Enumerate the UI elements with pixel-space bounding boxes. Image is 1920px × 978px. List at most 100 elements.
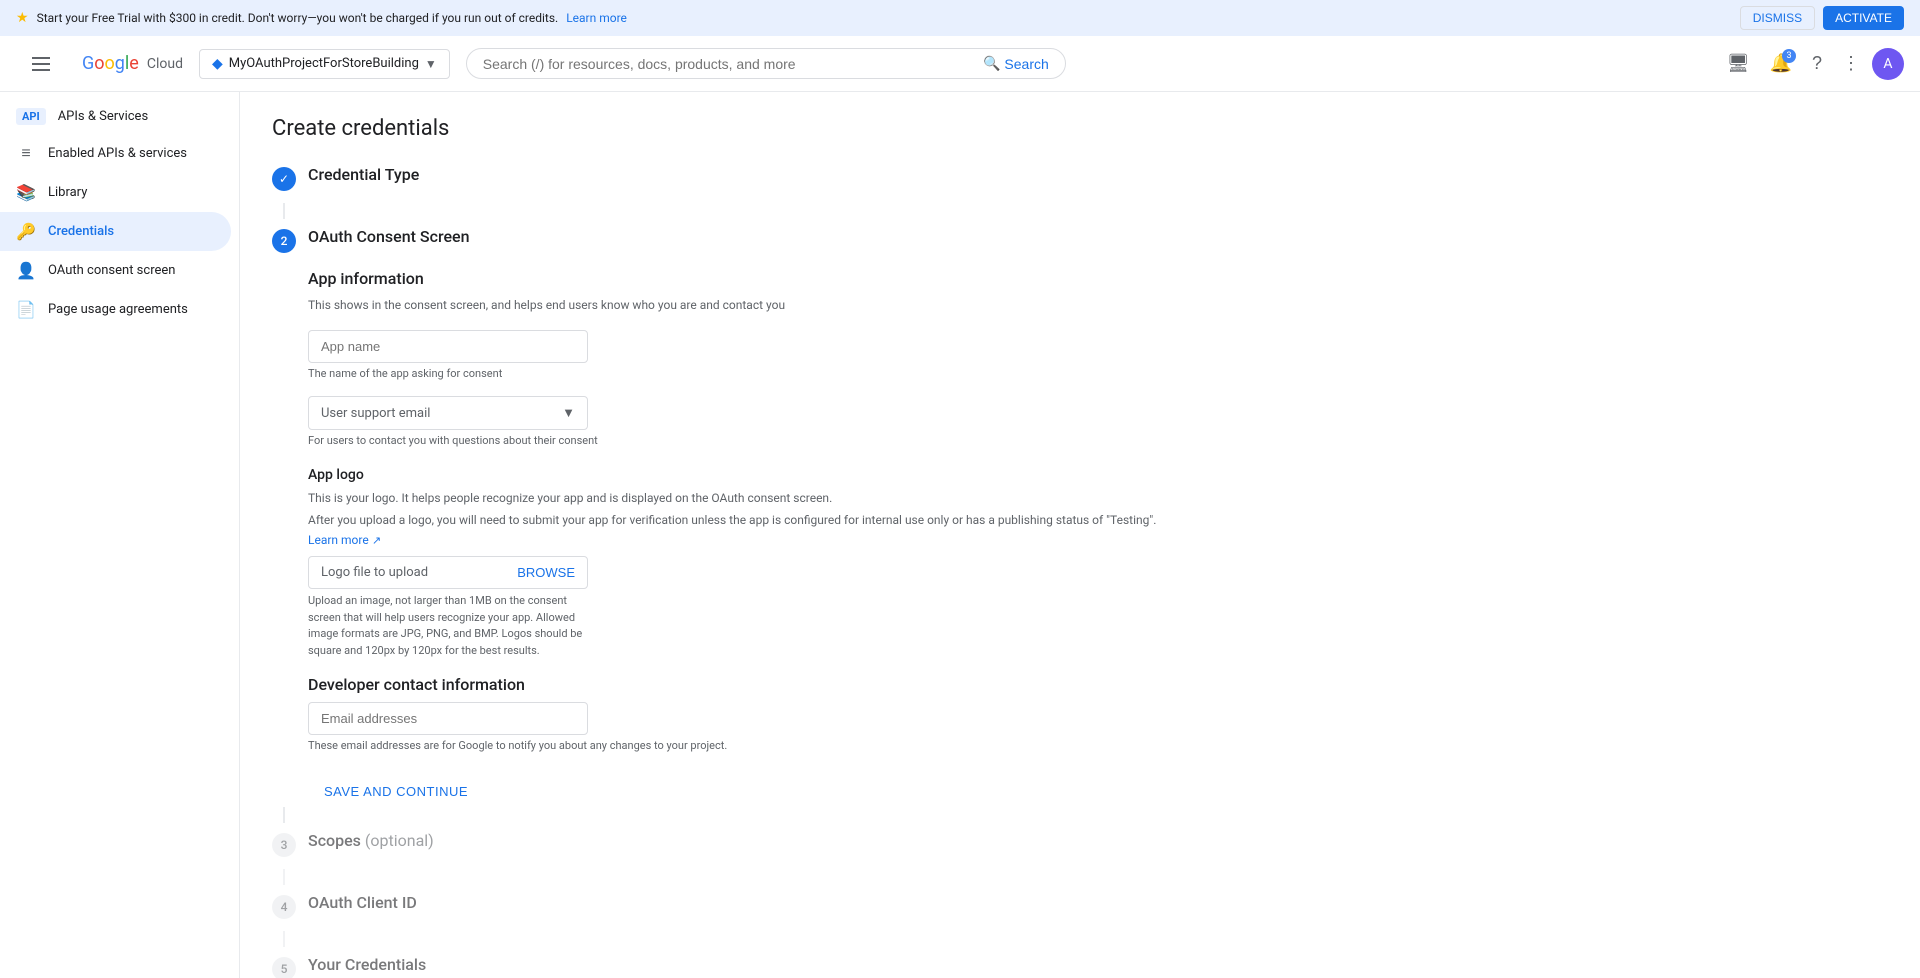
upload-hint: Upload an image, not larger than 1MB on … xyxy=(308,593,588,659)
app-body: API APIs & Services ≡ Enabled APIs & ser… xyxy=(0,92,1920,978)
display-icon: 🖥 xyxy=(1727,53,1750,74)
sidebar-item-label: Page usage agreements xyxy=(48,302,188,317)
sidebar-item-enabled-apis[interactable]: ≡ Enabled APIs & services xyxy=(0,133,231,173)
help-icon: ? xyxy=(1812,53,1822,74)
project-selector[interactable]: ◆ MyOAuthProjectForStoreBuilding ▼ xyxy=(199,49,450,79)
logo-upload-placeholder: Logo file to upload xyxy=(321,565,428,580)
app-logo-desc1: This is your logo. It helps people recog… xyxy=(308,489,1888,507)
step-4-title: OAuth Client ID xyxy=(308,893,417,912)
more-options-button[interactable]: ⋮ xyxy=(1834,45,1868,82)
logo-upload-area: Logo file to upload BROWSE xyxy=(308,556,588,589)
search-icon: 🔍 xyxy=(983,55,1000,72)
more-icon: ⋮ xyxy=(1842,53,1860,74)
help-button[interactable]: ? xyxy=(1804,45,1830,82)
user-support-select[interactable]: User support email ▼ xyxy=(308,396,588,430)
step-2-title: OAuth Consent Screen xyxy=(308,227,470,246)
step-1: ✓ Credential Type xyxy=(272,165,1888,191)
app-name-hint: The name of the app asking for consent xyxy=(308,367,1888,380)
sidebar-item-page-usage[interactable]: 📄 Page usage agreements xyxy=(0,290,231,329)
google-logo: Google xyxy=(82,53,139,74)
step-1-circle: ✓ xyxy=(272,167,296,191)
app-info-desc: This shows in the consent screen, and he… xyxy=(308,296,1888,314)
notification-badge: 3 xyxy=(1782,49,1796,63)
step-2-connector xyxy=(283,807,285,823)
external-link-icon: ↗ xyxy=(372,534,381,547)
header: Google Cloud ◆ MyOAuthProjectForStoreBui… xyxy=(0,36,1920,92)
step-3-title: Scopes (optional) xyxy=(308,831,434,850)
app-info-title: App information xyxy=(308,269,1888,288)
banner-text: Start your Free Trial with $300 in credi… xyxy=(37,11,559,25)
user-support-hint: For users to contact you with questions … xyxy=(308,434,1888,447)
step-5-title: Your Credentials xyxy=(308,955,426,974)
sidebar-service-title: APIs & Services xyxy=(58,109,148,124)
select-chevron-icon: ▼ xyxy=(562,405,575,421)
user-support-field: User support email ▼ For users to contac… xyxy=(308,396,1888,447)
step-1-connector xyxy=(283,203,285,219)
enabled-apis-icon: ≡ xyxy=(16,143,36,163)
step-3-section: 3 Scopes (optional) xyxy=(272,831,1888,885)
app-name-input[interactable] xyxy=(308,330,588,363)
app-logo-learn-more[interactable]: Learn more xyxy=(308,533,369,547)
sidebar-item-label: Credentials xyxy=(48,224,114,239)
dismiss-button[interactable]: DISMISS xyxy=(1740,6,1815,30)
email-hint: These email addresses are for Google to … xyxy=(308,739,1888,752)
sidebar-item-oauth-consent[interactable]: 👤 OAuth consent screen xyxy=(0,251,231,290)
project-name: MyOAuthProjectForStoreBuilding xyxy=(229,56,419,71)
app-logo-desc2: After you upload a logo, you will need t… xyxy=(308,511,1888,529)
step-5-circle: 5 xyxy=(272,957,296,978)
page-usage-icon: 📄 xyxy=(16,300,36,319)
avatar[interactable]: A xyxy=(1872,48,1904,80)
sidebar-header: API APIs & Services xyxy=(0,100,239,133)
step-2-circle: 2 xyxy=(272,229,296,253)
app-name-field: The name of the app asking for consent xyxy=(308,330,1888,380)
main-content: Create credentials ✓ Credential Type 2 O… xyxy=(240,92,1920,978)
step-4-connector xyxy=(283,931,285,947)
browse-button[interactable]: BROWSE xyxy=(517,565,575,580)
chevron-down-icon: ▼ xyxy=(425,57,437,71)
step-2: 2 OAuth Consent Screen xyxy=(272,227,1888,253)
step-3-connector xyxy=(283,869,285,885)
step-3: 3 Scopes (optional) xyxy=(272,831,1888,857)
dev-contact-title: Developer contact information xyxy=(308,675,1888,694)
sidebar: API APIs & Services ≡ Enabled APIs & ser… xyxy=(0,92,240,978)
step-4-circle: 4 xyxy=(272,895,296,919)
learn-more-link[interactable]: Learn more xyxy=(566,11,627,25)
step-5-section: 5 Your Credentials xyxy=(272,955,1888,978)
email-input[interactable] xyxy=(308,702,588,735)
sidebar-item-credentials[interactable]: 🔑 Credentials xyxy=(0,212,231,251)
cloud-label: Cloud xyxy=(147,56,183,72)
hamburger-menu[interactable] xyxy=(16,41,66,87)
project-icon: ◆ xyxy=(212,56,223,72)
page-title: Create credentials xyxy=(272,116,1888,141)
email-field: These email addresses are for Google to … xyxy=(308,702,1888,752)
top-banner: ★ Start your Free Trial with $300 in cre… xyxy=(0,0,1920,36)
step-4: 4 OAuth Client ID xyxy=(272,893,1888,919)
app-logo-title: App logo xyxy=(308,467,1888,483)
activate-button[interactable]: ACTIVATE xyxy=(1823,6,1904,30)
search-button[interactable]: 🔍 Search xyxy=(983,55,1049,72)
search-input[interactable] xyxy=(483,56,975,72)
logo: Google Cloud xyxy=(82,53,183,74)
oauth-icon: 👤 xyxy=(16,261,36,280)
hamburger-icon xyxy=(24,49,58,79)
star-icon: ★ xyxy=(16,10,29,26)
sidebar-item-label: Enabled APIs & services xyxy=(48,146,187,161)
sidebar-item-library[interactable]: 📚 Library xyxy=(0,173,231,212)
notifications-container: 🔔 3 xyxy=(1762,45,1800,82)
display-settings-button[interactable]: 🖥 xyxy=(1719,45,1758,82)
step-5: 5 Your Credentials xyxy=(272,955,1888,978)
search-label: Search xyxy=(1004,56,1048,72)
step-2-form: App information This shows in the consen… xyxy=(308,269,1888,807)
library-icon: 📚 xyxy=(16,183,36,202)
step-4-section: 4 OAuth Client ID xyxy=(272,893,1888,947)
step-1-title: Credential Type xyxy=(308,165,419,184)
api-badge: API xyxy=(16,108,46,125)
sidebar-item-label: OAuth consent screen xyxy=(48,263,175,278)
credentials-icon: 🔑 xyxy=(16,222,36,241)
search-bar: 🔍 Search xyxy=(466,48,1066,79)
header-right: 🖥 🔔 3 ? ⋮ A xyxy=(1719,45,1904,82)
user-support-placeholder: User support email xyxy=(321,406,430,421)
step-3-circle: 3 xyxy=(272,833,296,857)
step-1-section: ✓ Credential Type xyxy=(272,165,1888,219)
save-continue-button[interactable]: SAVE AND CONTINUE xyxy=(308,776,484,807)
